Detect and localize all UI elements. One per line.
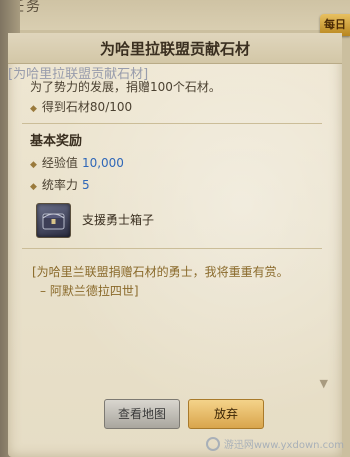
quest-quote: [为哈里兰联盟捐赠石材的勇士，我将重重有赏。 – 阿默兰德拉四世] [32,263,324,301]
view-map-button[interactable]: 查看地图 [104,399,180,429]
reward-label: 经验值 [41,156,78,170]
bullet-icon: ◆ [30,104,37,114]
reward-exp: ◆ 经验值 10,000 [30,154,124,171]
abandon-button[interactable]: 放弃 [188,399,264,429]
quote-line: – 阿默兰德拉四世] [40,284,139,298]
quest-scroll: 为哈里拉联盟贡献石材 [为哈里拉联盟贡献石材] 为了势力的发展，捐赠100个石材… [8,33,342,457]
bullet-icon: ◆ [30,160,37,170]
scroll-down-arrow-icon[interactable]: ▼ [320,377,328,390]
quest-title: 为哈里拉联盟贡献石材 [99,40,250,58]
watermark-logo-icon [205,436,220,451]
reward-command: ◆ 统率力 5 [30,176,90,193]
reward-item-name: 支援勇士箱子 [82,213,155,227]
quest-description: 为了势力的发展，捐赠100个石材。 [30,80,221,94]
reward-value: 5 [81,178,90,192]
objective-text: 得到石材80/100 [41,100,133,114]
treasure-chest-icon[interactable] [36,203,71,238]
quest-title-bar: 为哈里拉联盟贡献石材 [8,33,342,64]
watermark: 游迅网www.yxdown.com [205,436,344,451]
divider [22,248,322,249]
objective-item: ◆ 得到石材80/100 [30,98,132,115]
rewards-title: 基本奖励 [30,134,83,149]
watermark-text: 游迅网www.yxdown.com [223,440,344,451]
quote-line: [为哈里兰联盟捐赠石材的勇士，我将重重有赏。 [32,265,289,279]
divider [22,123,322,124]
reward-value: 10,000 [81,156,124,170]
bullet-icon: ◆ [30,182,37,192]
panel-header: 任务 [0,0,350,30]
reward-label: 统率力 [41,178,78,192]
